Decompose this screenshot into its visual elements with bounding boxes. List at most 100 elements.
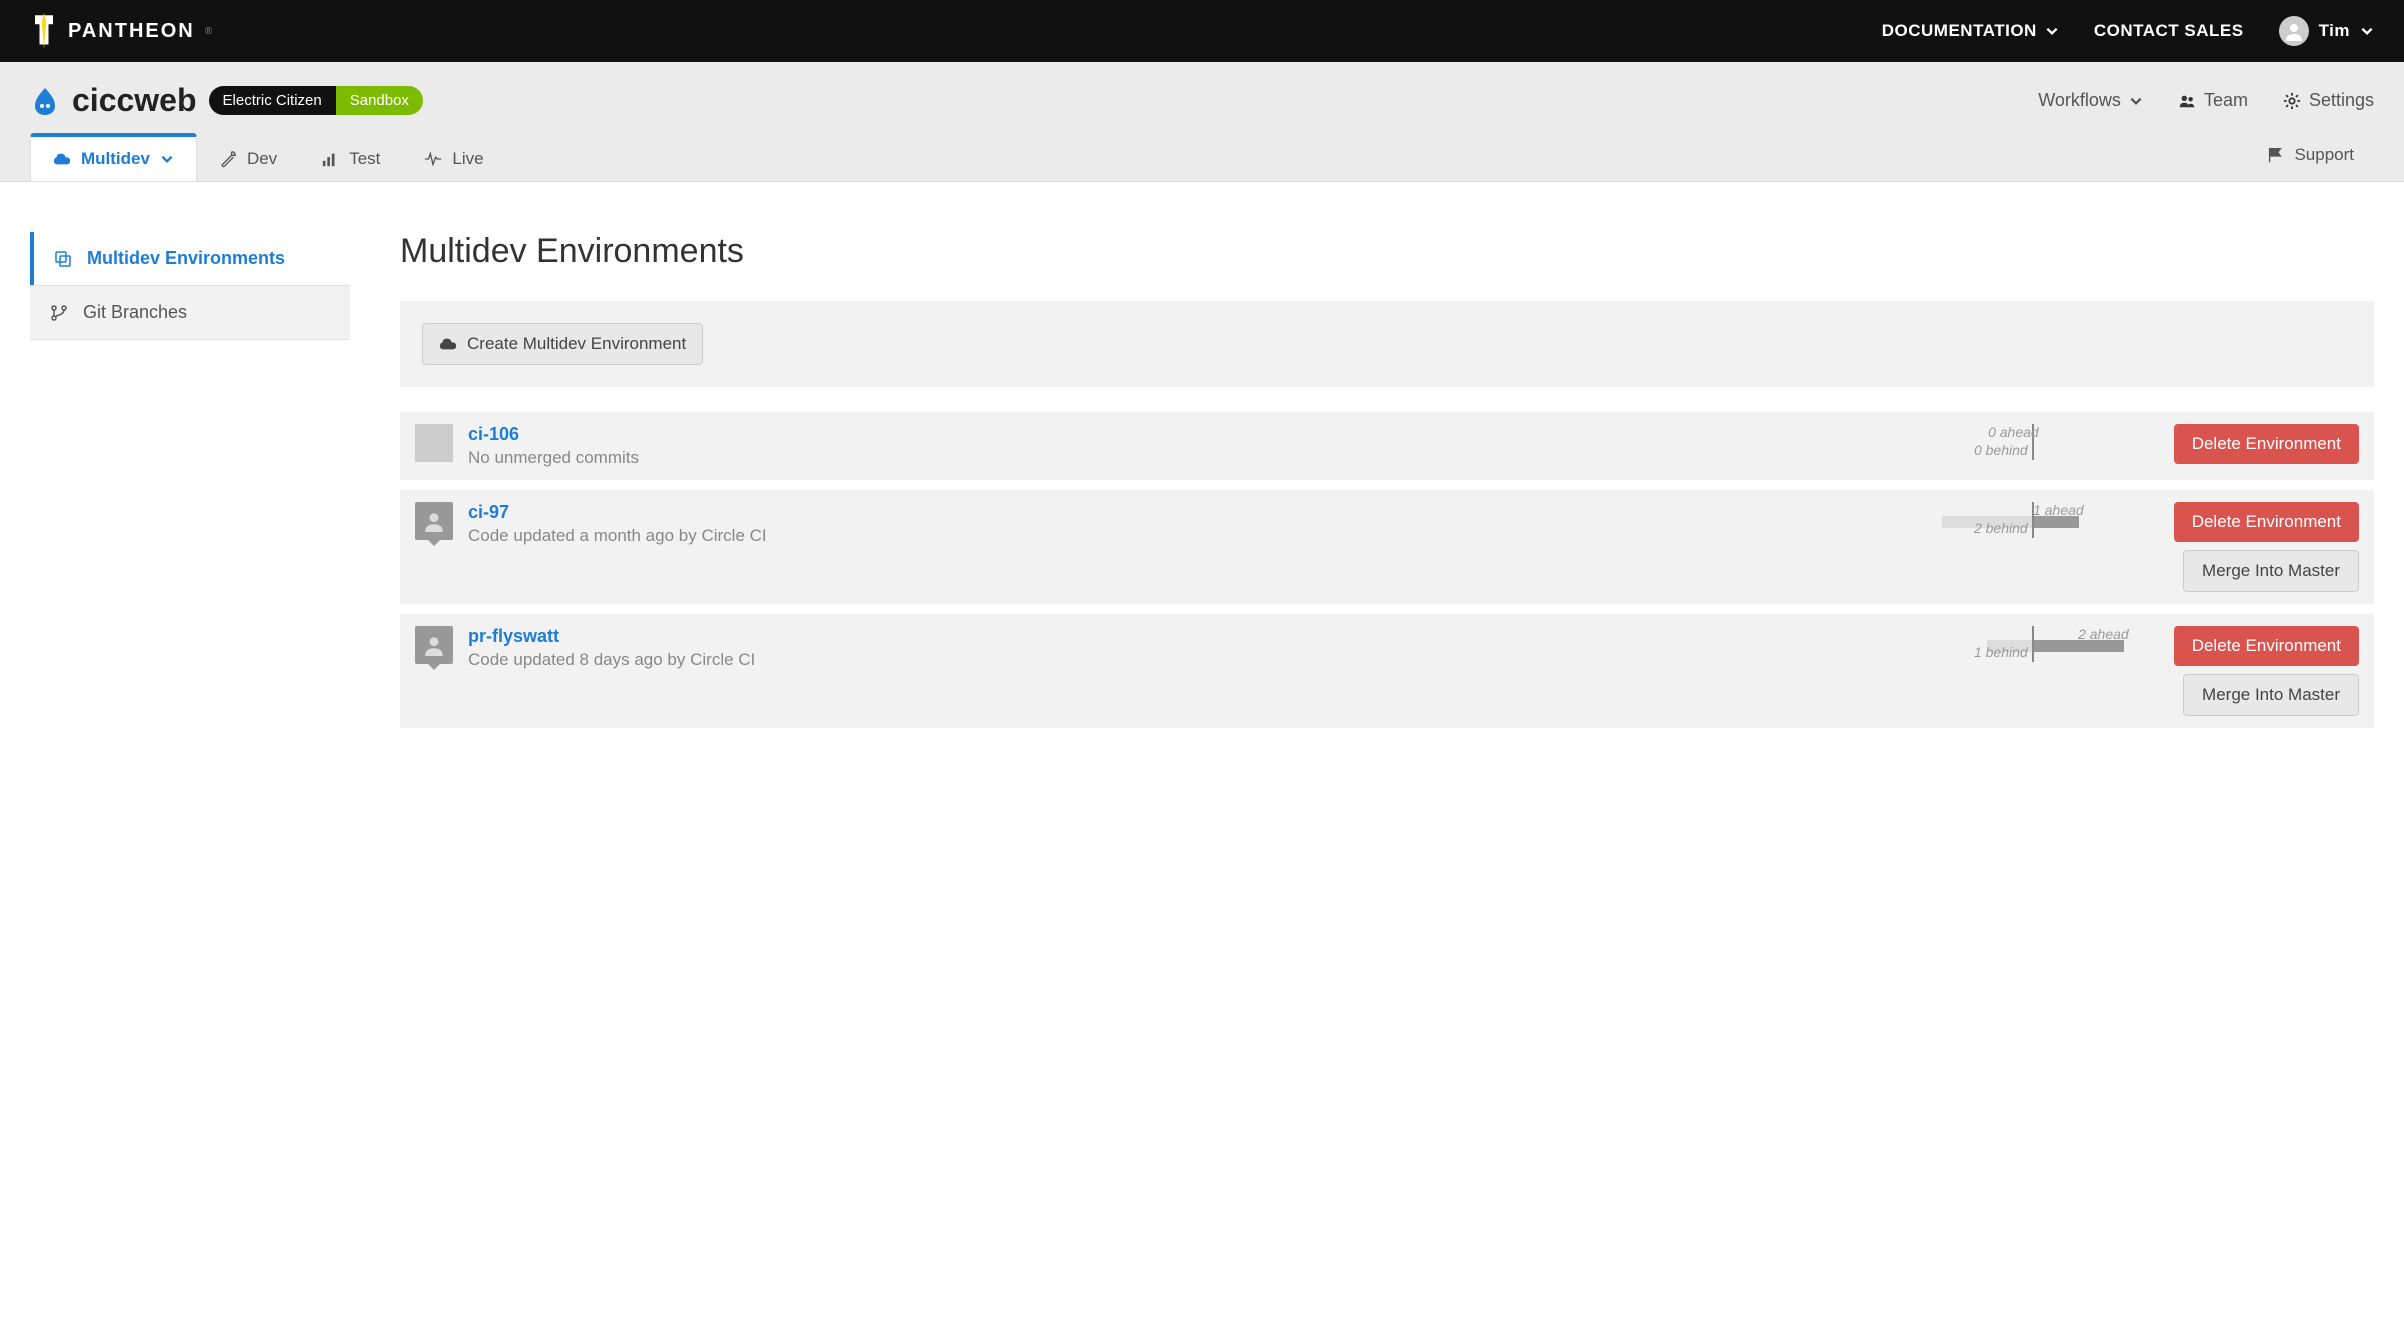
user-name: Tim	[2319, 21, 2350, 41]
delete-environment-button[interactable]: Delete Environment	[2174, 424, 2359, 464]
env-graph: 1 ahead2 behind	[1859, 502, 2159, 538]
env-name-link[interactable]: ci-97	[468, 502, 1844, 523]
cloud-icon	[439, 337, 457, 351]
env-info: ci-106 No unmerged commits	[468, 424, 1844, 468]
env-tabs-right: Support	[2256, 139, 2374, 181]
env-avatar	[415, 626, 453, 664]
top-header: PANTHEON ® DOCUMENTATION CONTACT SALES T…	[0, 0, 2404, 62]
tab-live[interactable]: Live	[402, 137, 505, 181]
chevron-down-icon	[2129, 94, 2143, 108]
tab-dev[interactable]: Dev	[197, 137, 299, 181]
sidebar: Multidev Environments Git Branches	[30, 232, 350, 738]
nav-contact-sales[interactable]: CONTACT SALES	[2094, 21, 2244, 41]
create-button-label: Create Multidev Environment	[467, 334, 686, 354]
logo[interactable]: PANTHEON ®	[30, 13, 212, 49]
tab-test-label: Test	[349, 149, 380, 169]
env-actions: Delete Environment Merge Into Master	[2174, 502, 2359, 592]
sidebar-item-label: Multidev Environments	[87, 248, 285, 269]
chart-icon	[321, 150, 339, 168]
sidebar-item-label: Git Branches	[83, 302, 187, 323]
nav-documentation[interactable]: DOCUMENTATION	[1882, 21, 2059, 41]
brand-name: PANTHEON	[68, 20, 195, 43]
env-graph: 0 ahead 0 behind	[1859, 424, 2159, 460]
main: Multidev Environments Git Branches Multi…	[0, 182, 2404, 788]
env-status: No unmerged commits	[468, 448, 1844, 468]
env-actions: Delete Environment Merge Into Master	[2174, 626, 2359, 716]
tab-live-label: Live	[452, 149, 483, 169]
environment-row: ci-97 Code updated a month ago by Circle …	[400, 490, 2374, 604]
gear-icon	[2283, 92, 2301, 110]
top-nav: DOCUMENTATION CONTACT SALES Tim	[1882, 16, 2374, 46]
settings-label: Settings	[2309, 90, 2374, 111]
ahead-bar	[2034, 516, 2079, 528]
create-bar: Create Multidev Environment	[400, 301, 2374, 387]
delete-environment-button[interactable]: Delete Environment	[2174, 502, 2359, 542]
behind-label: 2 behind	[1974, 520, 2028, 536]
pulse-icon	[424, 150, 442, 168]
copy-icon	[54, 250, 72, 268]
page-title: Multidev Environments	[400, 232, 2374, 271]
pantheon-logo-icon	[30, 13, 58, 49]
sidebar-item-multidev-environments[interactable]: Multidev Environments	[30, 232, 350, 285]
cloud-icon	[53, 150, 71, 168]
env-info: ci-97 Code updated a month ago by Circle …	[468, 502, 1844, 546]
env-status: Code updated a month ago by Circle CI	[468, 526, 1844, 546]
ahead-bar	[2034, 640, 2124, 652]
tab-multidev-label: Multidev	[81, 149, 150, 169]
branch-icon	[50, 304, 68, 322]
tab-support[interactable]: Support	[2256, 139, 2364, 171]
workflows-label: Workflows	[2038, 90, 2121, 111]
team-label: Team	[2204, 90, 2248, 111]
tab-multidev[interactable]: Multidev	[30, 133, 197, 181]
behind-label: 1 behind	[1974, 644, 2028, 660]
nav-documentation-label: DOCUMENTATION	[1882, 21, 2037, 41]
merge-into-master-button[interactable]: Merge Into Master	[2183, 674, 2359, 716]
site-title-row: ciccweb Electric Citizen Sandbox Workflo…	[30, 82, 2374, 119]
person-icon	[423, 510, 445, 532]
env-tabs: Multidev Dev Test Live Support	[30, 137, 2374, 181]
create-multidev-button[interactable]: Create Multidev Environment	[422, 323, 703, 365]
wrench-icon	[219, 150, 237, 168]
delete-environment-button[interactable]: Delete Environment	[2174, 626, 2359, 666]
person-icon	[423, 634, 445, 656]
plan-badge[interactable]: Sandbox	[336, 86, 423, 115]
environment-list: ci-106 No unmerged commits 0 ahead 0 behind…	[400, 412, 2374, 728]
env-tabs-left: Multidev Dev Test Live	[30, 137, 506, 181]
chevron-down-icon	[2045, 24, 2059, 38]
env-name-link[interactable]: ci-106	[468, 424, 1844, 445]
env-avatar	[415, 502, 453, 540]
team-link[interactable]: Team	[2178, 90, 2248, 111]
site-header: ciccweb Electric Citizen Sandbox Workflo…	[0, 62, 2404, 182]
ahead-label: 0 ahead	[1988, 424, 2039, 440]
nav-contact-sales-label: CONTACT SALES	[2094, 21, 2244, 41]
team-icon	[2178, 92, 2196, 110]
tab-support-label: Support	[2294, 145, 2354, 165]
env-info: pr-flyswatt Code updated 8 days ago by Ci…	[468, 626, 1844, 670]
chevron-down-icon	[160, 152, 174, 166]
site-title-left: ciccweb Electric Citizen Sandbox	[30, 82, 423, 119]
tab-dev-label: Dev	[247, 149, 277, 169]
env-avatar	[415, 424, 453, 462]
settings-link[interactable]: Settings	[2283, 90, 2374, 111]
drupal-icon	[30, 86, 60, 116]
workflows-dropdown[interactable]: Workflows	[2038, 90, 2143, 111]
env-actions: Delete Environment	[2174, 424, 2359, 464]
content: Multidev Environments Create Multidev En…	[400, 232, 2374, 738]
person-icon	[2284, 21, 2304, 41]
environment-row: pr-flyswatt Code updated 8 days ago by Ci…	[400, 614, 2374, 728]
environment-row: ci-106 No unmerged commits 0 ahead 0 behind…	[400, 412, 2374, 480]
env-name-link[interactable]: pr-flyswatt	[468, 626, 1844, 647]
flag-icon	[2266, 146, 2284, 164]
tab-test[interactable]: Test	[299, 137, 402, 181]
merge-into-master-button[interactable]: Merge Into Master	[2183, 550, 2359, 592]
behind-label: 0 behind	[1974, 442, 2028, 458]
org-badge[interactable]: Electric Citizen	[209, 86, 336, 115]
user-menu[interactable]: Tim	[2279, 16, 2374, 46]
site-name: ciccweb	[72, 82, 197, 119]
site-actions: Workflows Team Settings	[2038, 90, 2374, 111]
env-status: Code updated 8 days ago by Circle CI	[468, 650, 1844, 670]
chevron-down-icon	[2360, 24, 2374, 38]
sidebar-item-git-branches[interactable]: Git Branches	[30, 285, 350, 340]
env-graph: 2 ahead1 behind	[1859, 626, 2159, 662]
site-badges: Electric Citizen Sandbox	[209, 86, 423, 115]
